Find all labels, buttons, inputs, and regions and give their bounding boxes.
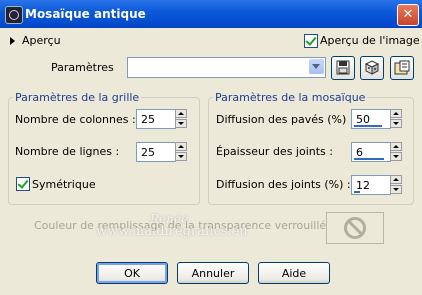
save-preset-button[interactable] bbox=[331, 56, 355, 80]
grout-thickness-field[interactable]: 6 bbox=[351, 142, 391, 162]
columns-spinner[interactable]: 25 bbox=[136, 109, 188, 129]
symmetric-label: Symétrique bbox=[32, 178, 96, 191]
tile-diffusion-label: Diffusion des pavés (%) : bbox=[216, 113, 354, 126]
grout-diffusion-label: Diffusion des joints (%) : bbox=[216, 178, 351, 191]
help-button[interactable]: Aide bbox=[258, 262, 330, 284]
grout-diffusion-spinner[interactable]: 12 bbox=[351, 175, 403, 195]
app-icon bbox=[5, 6, 23, 24]
spin-up-icon[interactable] bbox=[390, 142, 402, 151]
grout-diffusion-field[interactable]: 12 bbox=[351, 175, 391, 195]
tile-diffusion-spinner[interactable]: 50 bbox=[351, 109, 403, 129]
tile-diffusion-bar bbox=[354, 125, 382, 127]
expand-arrow-icon[interactable] bbox=[10, 37, 15, 45]
spin-up-icon[interactable] bbox=[390, 109, 402, 118]
rows-value: 25 bbox=[141, 146, 155, 159]
spin-up-icon[interactable] bbox=[175, 142, 187, 151]
dice-icon bbox=[364, 60, 380, 75]
fill-color-swatch[interactable] bbox=[326, 212, 384, 244]
spin-down-icon[interactable] bbox=[390, 119, 402, 128]
rows-spinner[interactable]: 25 bbox=[136, 142, 188, 162]
spin-down-icon[interactable] bbox=[390, 185, 402, 194]
spin-up-icon[interactable] bbox=[390, 175, 402, 184]
close-button[interactable]: ✕ bbox=[397, 4, 419, 26]
columns-label: Nombre de colonnes : bbox=[15, 113, 136, 126]
preset-options-button[interactable] bbox=[390, 56, 414, 80]
spin-down-icon[interactable] bbox=[175, 152, 187, 161]
rows-label: Nombre de lignes : bbox=[15, 145, 120, 158]
preview-checkbox[interactable] bbox=[304, 34, 318, 48]
watermark-signature: Renée bbox=[150, 212, 189, 226]
preview-checkbox-label: Aperçu de l'image bbox=[320, 34, 420, 47]
presets-combo[interactable] bbox=[127, 57, 326, 78]
tile-diffusion-field[interactable]: 50 bbox=[351, 109, 391, 129]
spin-down-icon[interactable] bbox=[175, 119, 187, 128]
window-title: Mosaïque antique bbox=[25, 7, 146, 21]
ok-button[interactable]: OK bbox=[96, 262, 168, 284]
grout-thickness-bar bbox=[354, 158, 384, 160]
mosaic-settings-title: Paramètres de la mosaïque bbox=[213, 91, 368, 104]
randomize-button[interactable] bbox=[360, 56, 384, 80]
rows-field[interactable]: 25 bbox=[136, 142, 176, 162]
symmetric-checkbox[interactable] bbox=[16, 177, 30, 191]
grout-diffusion-bar bbox=[354, 191, 360, 193]
watermark-url: www.maldiregrafics.eu bbox=[96, 224, 248, 239]
grout-thickness-label: Épaisseur des joints : bbox=[216, 145, 333, 158]
title-bar: Mosaïque antique ✕ bbox=[0, 0, 422, 28]
chevron-down-icon[interactable] bbox=[309, 59, 324, 74]
grid-settings-title: Paramètres de la grille bbox=[13, 91, 142, 104]
no-entry-icon bbox=[344, 217, 366, 239]
columns-value: 25 bbox=[141, 113, 155, 126]
preview-toggle[interactable]: Aperçu bbox=[22, 34, 61, 47]
spin-up-icon[interactable] bbox=[175, 109, 187, 118]
spin-down-icon[interactable] bbox=[390, 152, 402, 161]
presets-label: Paramètres bbox=[51, 61, 114, 74]
presets-folder-icon bbox=[394, 60, 410, 75]
cancel-button[interactable]: Annuler bbox=[177, 262, 249, 284]
floppy-disk-icon bbox=[336, 60, 350, 75]
grout-thickness-spinner[interactable]: 6 bbox=[351, 142, 403, 162]
close-icon: ✕ bbox=[402, 7, 414, 22]
watermark: Renée www.maldiregrafics.eu bbox=[96, 212, 248, 239]
columns-field[interactable]: 25 bbox=[136, 109, 176, 129]
